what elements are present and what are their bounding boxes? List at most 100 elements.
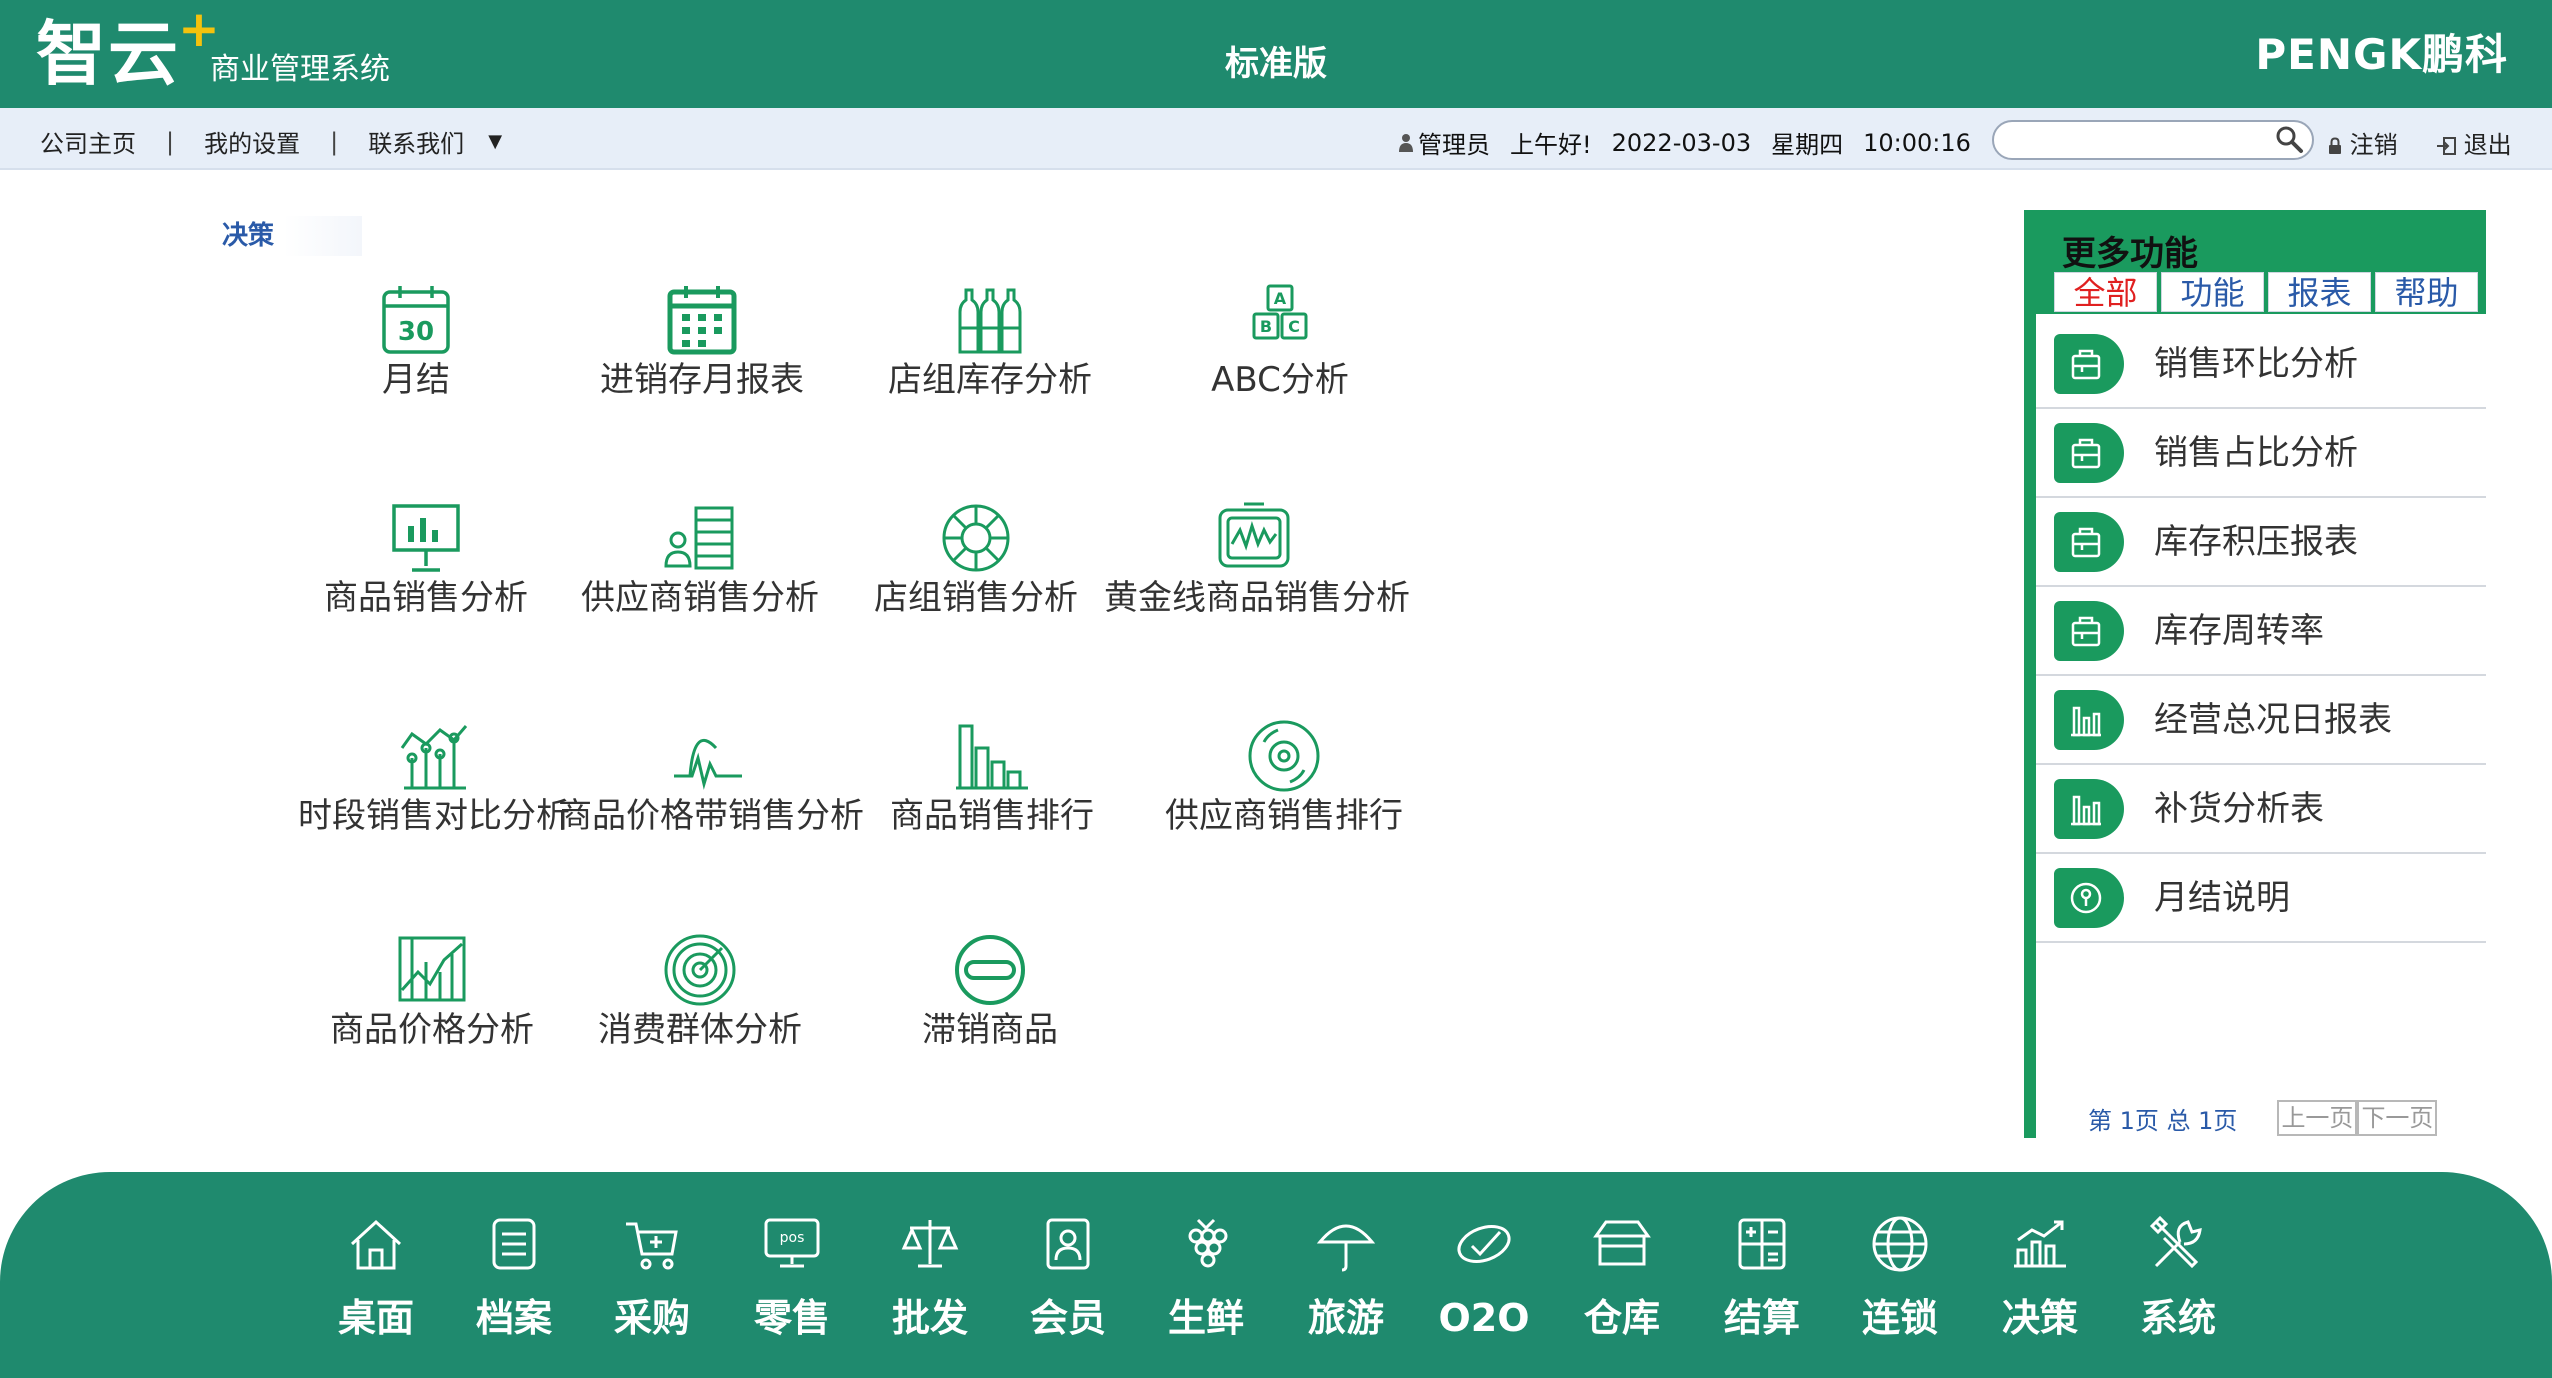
prev-page-button[interactable]: 上一页 [2277,1100,2358,1136]
dock-travel[interactable]: 旅游 [1286,1214,1406,1340]
panel-item-inventory-turnover[interactable]: 库存周转率 [2036,587,2486,676]
tab-all[interactable]: 全部 [2054,272,2157,312]
calculator-icon [1738,1218,1786,1270]
panel-list: 销售环比分析 销售占比分析 库存积压报表 库存周转率 经营总况日报表 补货分析表… [2036,320,2486,943]
module-product-sales-ranking[interactable]: 商品销售排行 [842,718,1142,836]
module-month-close[interactable]: 30 月结 [266,282,566,400]
dock-purchasing[interactable]: 采购 [592,1214,712,1340]
search-icon[interactable] [2274,124,2304,154]
umbrella-icon [1316,1224,1376,1272]
panel-item-sales-share[interactable]: 销售占比分析 [2036,409,2486,498]
module-label: 商品价格分析 [330,1010,534,1050]
panel-item-label: 补货分析表 [2154,789,2324,829]
tab-reports[interactable]: 报表 [2268,272,2371,312]
module-label: 店组库存分析 [888,360,1092,400]
target-icon [664,934,736,1006]
bag-icon [2071,438,2101,469]
nav-company-home[interactable]: 公司主页 [40,124,136,159]
dock-label: 采购 [613,1295,690,1340]
calendar-icon: 30 [382,286,450,354]
supplier-list-icon [664,506,734,570]
current-time: 10:00:16 [1863,128,1971,157]
svg-text:A: A [1274,289,1287,308]
panel-item-month-close-help[interactable]: 月结说明 [2036,854,2486,943]
module-store-inventory-analysis[interactable]: 店组库存分析 [840,282,1140,400]
current-user: 管理员 [1418,131,1490,159]
abc-blocks-icon: AB C [1252,284,1308,340]
next-page-button[interactable]: 下一页 [2357,1100,2438,1136]
panel-item-replenishment-analysis[interactable]: 补货分析表 [2036,765,2486,854]
module-label: 时段销售对比分析 [298,796,570,836]
module-price-band-analysis[interactable]: 商品价格带销售分析 [558,718,864,836]
logout-button[interactable]: 注销 [2328,125,2398,160]
panel-item-label: 库存周转率 [2154,611,2324,651]
presentation-chart-icon [392,504,460,572]
dock-label: 桌面 [337,1295,414,1340]
dock-settlement[interactable]: 结算 [1702,1214,1822,1340]
module-label: 黄金线商品销售分析 [1104,578,1410,618]
dock-decision[interactable]: 决策 [1980,1214,2100,1340]
module-abc-analysis[interactable]: ABC ABC分析 [1130,282,1430,400]
app-header: 智云 + 商业管理系统 标准版 PENGK鹏科 [0,0,2552,108]
bag-icon [2071,527,2101,558]
search-input[interactable] [2008,122,2272,156]
dock-members[interactable]: 会员 [1008,1214,1128,1340]
module-label: 商品销售排行 [890,796,1094,836]
module-product-sales-analysis[interactable]: 商品销售分析 [276,500,576,618]
minus-circle-icon [955,935,1025,1005]
tab-functions[interactable]: 功能 [2161,272,2264,312]
dock-warehouse[interactable]: 仓库 [1562,1214,1682,1340]
chevron-down-icon[interactable]: ▼ [488,131,502,152]
module-supplier-sales-analysis[interactable]: 供应商销售分析 [550,500,850,618]
nav-my-settings[interactable]: 我的设置 [204,124,300,159]
dock-chain[interactable]: 连锁 [1840,1214,1960,1340]
dock-wholesale[interactable]: 批发 [870,1214,990,1340]
dock-label: 生鲜 [1167,1295,1244,1340]
panel-item-sales-mom[interactable]: 销售环比分析 [2036,320,2486,409]
exit-button[interactable]: 退出 [2436,125,2512,160]
home-icon [350,1219,402,1270]
scale-icon [901,1220,959,1268]
top-nav: 公司主页 | 我的设置 | 联系我们 ▼ [40,124,502,159]
help-icon [2070,882,2102,914]
dock-system[interactable]: 系统 [2118,1214,2238,1340]
calendar-grid-icon [667,286,737,355]
panel-item-label: 月结说明 [2154,878,2290,918]
dock-retail[interactable]: pos 零售 [732,1214,852,1340]
module-slow-moving-products[interactable]: 滞销商品 [840,932,1140,1050]
price-chart-icon [398,936,466,1002]
status-bar: 管理员 上午好! 2022-03-03 星期四 10:00:16 [1398,125,1971,160]
module-period-sales-compare[interactable]: 时段销售对比分析 [284,718,584,836]
dock-desktop[interactable]: 桌面 [316,1214,436,1340]
module-golden-line-analysis[interactable]: 黄金线商品销售分析 [1104,500,1410,618]
svg-text:30: 30 [398,317,434,347]
panel-item-daily-business-report[interactable]: 经营总况日报表 [2036,676,2486,765]
lifebuoy-icon [942,504,1010,572]
module-label: 商品销售分析 [324,578,528,618]
pulse-icon [674,738,742,790]
nav-separator: | [166,127,175,156]
bar-chart-icon [2071,795,2101,826]
bag-icon [2071,616,2101,647]
dock-label: 批发 [891,1295,968,1340]
search-box [1992,120,2314,160]
tab-help[interactable]: 帮助 [2375,272,2478,312]
top-toolbar: 公司主页 | 我的设置 | 联系我们 ▼ 管理员 上午好! 2022-03-03… [0,108,2552,170]
module-supplier-sales-ranking[interactable]: 供应商销售排行 [1134,718,1434,836]
module-label: 月结 [382,360,450,400]
dock-fresh[interactable]: 生鲜 [1146,1214,1266,1340]
module-monthly-report[interactable]: 进销存月报表 [552,282,852,400]
dock-archives[interactable]: 档案 [454,1214,574,1340]
module-store-sales-analysis[interactable]: 店组销售分析 [826,500,1126,618]
panel-item-label: 销售占比分析 [2154,433,2358,473]
dock-o2o[interactable]: O2O [1424,1214,1544,1340]
panel-title: 更多功能 [2062,234,2198,274]
panel-item-label: 销售环比分析 [2154,344,2358,384]
panel-item-inventory-backlog[interactable]: 库存积压报表 [2036,498,2486,587]
module-consumer-group-analysis[interactable]: 消费群体分析 [550,932,850,1050]
page-info: 第 1页 总 1页 [2088,1106,2238,1135]
bottom-dock: 桌面 档案 采购 pos 零售 批发 会员 生鲜 旅游 O2O 仓库 结算 连锁… [0,1172,2552,1378]
pos-icon: pos [764,1218,820,1268]
module-product-price-analysis[interactable]: 商品价格分析 [282,932,582,1050]
nav-contact-us[interactable]: 联系我们 [368,124,464,159]
